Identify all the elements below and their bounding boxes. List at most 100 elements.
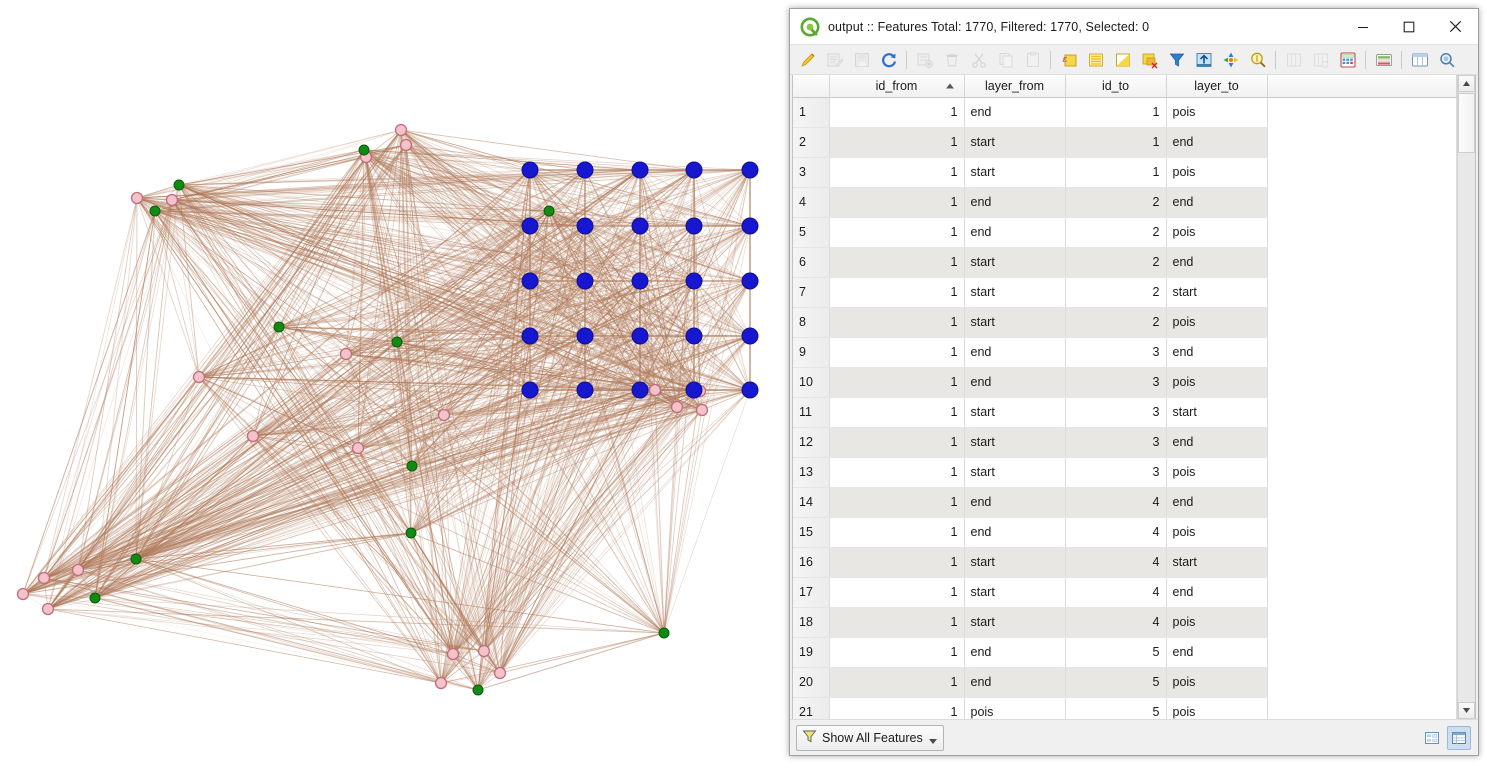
form-view-button[interactable]: [1420, 726, 1444, 750]
cell-id-to[interactable]: 4: [1065, 547, 1167, 578]
graph-node-pois[interactable]: [351, 441, 365, 455]
graph-node-end[interactable]: [741, 161, 759, 179]
graph-node-end[interactable]: [576, 217, 594, 235]
cell-layer-to[interactable]: start: [1166, 547, 1268, 578]
row-number-cell[interactable]: 2: [793, 127, 830, 158]
row-number-cell[interactable]: 16: [793, 547, 830, 578]
table-row[interactable]: 9 1 end 3 end: [793, 337, 1457, 368]
move-selection-to-top-button[interactable]: [1192, 48, 1215, 71]
cell-layer-to[interactable]: pois: [1166, 367, 1268, 398]
cell-layer-from[interactable]: end: [964, 517, 1066, 548]
graph-node-end[interactable]: [685, 161, 703, 179]
maximize-button[interactable]: [1386, 9, 1432, 44]
graph-node-start[interactable]: [391, 336, 403, 348]
graph-node-start[interactable]: [472, 684, 484, 696]
graph-node-pois[interactable]: [437, 408, 451, 422]
cell-id-to[interactable]: 4: [1065, 607, 1167, 638]
graph-node-end[interactable]: [631, 161, 649, 179]
cell-layer-from[interactable]: end: [964, 367, 1066, 398]
row-number-cell[interactable]: 13: [793, 457, 830, 488]
table-row[interactable]: 2 1 start 1 end: [793, 127, 1457, 158]
row-number-cell[interactable]: 3: [793, 157, 830, 188]
graph-node-end[interactable]: [685, 272, 703, 290]
cell-layer-from[interactable]: start: [964, 277, 1066, 308]
attribute-table-toolbar[interactable]: ε: [790, 45, 1478, 75]
cell-id-to[interactable]: 2: [1065, 217, 1167, 248]
cell-id-to[interactable]: 3: [1065, 337, 1167, 368]
graph-node-pois[interactable]: [446, 647, 460, 661]
graph-node-pois[interactable]: [477, 644, 491, 658]
column-header-id-to[interactable]: id_to: [1065, 75, 1167, 98]
cell-layer-from[interactable]: start: [964, 577, 1066, 608]
cell-layer-to[interactable]: pois: [1166, 457, 1268, 488]
cell-layer-to[interactable]: pois: [1166, 667, 1268, 698]
cell-id-from[interactable]: 1: [829, 427, 965, 458]
chevron-down-icon[interactable]: [928, 739, 937, 744]
cell-layer-to[interactable]: end: [1166, 187, 1268, 218]
cell-id-from[interactable]: 1: [829, 367, 965, 398]
scrollbar-track[interactable]: [1458, 92, 1475, 702]
attribute-table-scroll-region[interactable]: id_from layer_from id_to layer_to 1 1 en…: [793, 75, 1457, 719]
minimize-button[interactable]: [1340, 9, 1386, 44]
table-row[interactable]: 6 1 start 2 end: [793, 247, 1457, 278]
cell-layer-from[interactable]: start: [964, 397, 1066, 428]
graph-node-start[interactable]: [130, 553, 142, 565]
close-button[interactable]: [1432, 9, 1478, 44]
column-header-layer-to[interactable]: layer_to: [1166, 75, 1268, 98]
cell-id-from[interactable]: 1: [829, 667, 965, 698]
toggle-editing-button[interactable]: [796, 48, 819, 71]
cell-layer-from[interactable]: start: [964, 307, 1066, 338]
graph-node-end[interactable]: [685, 381, 703, 399]
attribute-table-body[interactable]: 1 1 end 1 pois 2 1 start 1 end 3 1 start 1 pois 4 1 end 2 e…: [793, 97, 1457, 719]
cell-id-to[interactable]: 5: [1065, 637, 1167, 668]
cell-id-from[interactable]: 1: [829, 337, 965, 368]
graph-node-end[interactable]: [741, 381, 759, 399]
cell-id-from[interactable]: 1: [829, 97, 965, 128]
table-row[interactable]: 12 1 start 3 end: [793, 427, 1457, 458]
cell-id-to[interactable]: 2: [1065, 247, 1167, 278]
attribute-table-window[interactable]: output :: Features Total: 1770, Filtered…: [789, 8, 1479, 756]
table-row[interactable]: 20 1 end 5 pois: [793, 667, 1457, 698]
graph-node-pois[interactable]: [71, 563, 85, 577]
row-number-cell[interactable]: 20: [793, 667, 830, 698]
cell-id-to[interactable]: 4: [1065, 517, 1167, 548]
cell-layer-to[interactable]: end: [1166, 577, 1268, 608]
cell-layer-to[interactable]: end: [1166, 337, 1268, 368]
graph-node-pois[interactable]: [41, 602, 55, 616]
graph-node-start[interactable]: [273, 321, 285, 333]
cell-id-to[interactable]: 2: [1065, 187, 1167, 218]
row-number-cell[interactable]: 19: [793, 637, 830, 668]
deselect-all-button[interactable]: [1138, 48, 1161, 71]
attribute-table-status-bar[interactable]: Show All Features: [790, 719, 1478, 755]
select-by-expression-button[interactable]: ε: [1057, 48, 1080, 71]
row-number-cell[interactable]: 10: [793, 367, 830, 398]
pan-selection-icon[interactable]: [1219, 48, 1242, 71]
cell-layer-from[interactable]: end: [964, 97, 1066, 128]
graph-node-end[interactable]: [576, 327, 594, 345]
table-row[interactable]: 1 1 end 1 pois: [793, 97, 1457, 128]
table-row[interactable]: 19 1 end 5 end: [793, 637, 1457, 668]
cell-layer-to[interactable]: pois: [1166, 697, 1268, 719]
graph-node-pois[interactable]: [16, 587, 30, 601]
cell-layer-to[interactable]: pois: [1166, 307, 1268, 338]
graph-node-end[interactable]: [631, 381, 649, 399]
cell-id-from[interactable]: 1: [829, 487, 965, 518]
graph-node-end[interactable]: [685, 217, 703, 235]
cell-layer-from[interactable]: start: [964, 127, 1066, 158]
cell-id-from[interactable]: 1: [829, 547, 965, 578]
scroll-down-arrow-icon[interactable]: [1458, 702, 1475, 719]
scroll-up-arrow-icon[interactable]: [1458, 75, 1475, 92]
filter-selection-button[interactable]: [1165, 48, 1188, 71]
graph-node-start[interactable]: [406, 460, 418, 472]
graph-node-start[interactable]: [658, 627, 670, 639]
cell-id-from[interactable]: 1: [829, 127, 965, 158]
cell-layer-to[interactable]: start: [1166, 397, 1268, 428]
graph-node-pois[interactable]: [192, 370, 206, 384]
cell-layer-to[interactable]: end: [1166, 487, 1268, 518]
cell-id-from[interactable]: 1: [829, 277, 965, 308]
scrollbar-thumb[interactable]: [1458, 93, 1475, 153]
graph-node-end[interactable]: [631, 217, 649, 235]
graph-node-pois[interactable]: [399, 138, 413, 152]
graph-node-end[interactable]: [685, 327, 703, 345]
attribute-table[interactable]: id_from layer_from id_to layer_to 1 1 en…: [793, 75, 1457, 719]
